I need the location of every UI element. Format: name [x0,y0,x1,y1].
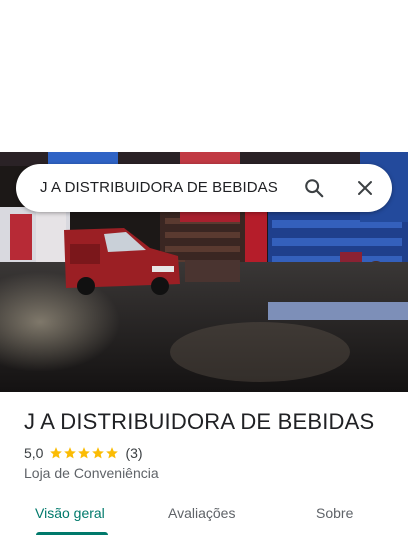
star-icon [92,447,105,459]
rating-row[interactable]: 5,0 (3) [24,444,143,462]
star-icon [78,447,91,459]
tab-about[interactable]: Sobre [316,505,353,521]
place-tabs: Visão geral Avaliações Sobre [0,490,408,544]
search-bar[interactable]: J A DISTRIBUIDORA DE BEBIDAS [16,164,392,212]
tab-reviews[interactable]: Avaliações [168,505,235,521]
search-input[interactable]: J A DISTRIBUIDORA DE BEBIDAS [40,179,278,196]
star-icon [106,447,119,459]
place-category: Loja de Conveniência [24,465,159,481]
rating-value: 5,0 [24,445,44,461]
review-count[interactable]: (3) [125,445,142,461]
place-title: J A DISTRIBUIDORA DE BEBIDAS [24,409,375,434]
close-icon[interactable] [353,176,377,200]
search-icon[interactable] [302,176,326,200]
star-rating [49,446,119,460]
star-icon [50,447,63,459]
star-icon [64,447,77,459]
active-tab-indicator [36,532,108,535]
tab-overview[interactable]: Visão geral [35,505,105,521]
